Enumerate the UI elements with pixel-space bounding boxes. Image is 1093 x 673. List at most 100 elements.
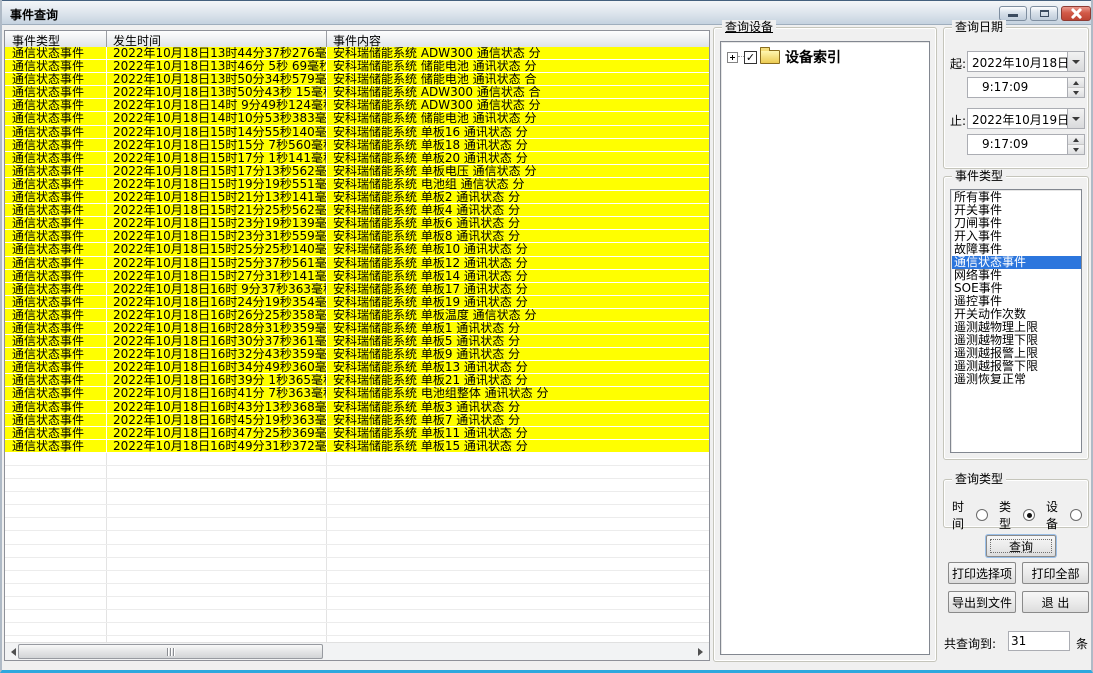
query-button[interactable]: 查询	[986, 535, 1056, 557]
table-row[interactable]: 通信状态事件2022年10月18日15时17分13秒562毫秒安科瑞储能系统 单…	[5, 165, 709, 178]
table-row[interactable]: 通信状态事件2022年10月18日16时32分43秒359毫秒安科瑞储能系统 单…	[5, 348, 709, 361]
radio-option-设备[interactable]: 设备	[1046, 498, 1082, 532]
event-type-item[interactable]: 遥测越报警上限	[952, 347, 1081, 360]
table-row-empty	[5, 531, 709, 544]
radio-circle-icon[interactable]	[976, 509, 988, 521]
table-row[interactable]: 通信状态事件2022年10月18日13时50分34秒579毫秒安科瑞储能系统 储…	[5, 73, 709, 86]
event-type-item[interactable]: 遥测越报警下限	[952, 360, 1081, 373]
device-index-checkbox[interactable]: ✓	[744, 51, 757, 64]
cell-event-time: 2022年10月18日16时26分25秒358毫秒	[107, 309, 327, 321]
table-row[interactable]: 通信状态事件2022年10月18日15时23分19秒139毫秒安科瑞储能系统 单…	[5, 217, 709, 230]
tree-item-label: 设备索引	[785, 47, 841, 67]
table-row[interactable]: 通信状态事件2022年10月18日16时26分25秒358毫秒安科瑞储能系统 单…	[5, 309, 709, 322]
table-row[interactable]: 通信状态事件2022年10月18日16时24分19秒354毫秒安科瑞储能系统 单…	[5, 296, 709, 309]
cell-event-type: 通信状态事件	[5, 178, 107, 190]
cell-event-content: 安科瑞储能系统 单板10 通讯状态 分	[327, 243, 709, 255]
table-row[interactable]: 通信状态事件2022年10月18日13时44分37秒276毫秒安科瑞储能系统 A…	[5, 47, 709, 60]
table-row[interactable]: 通信状态事件2022年10月18日16时28分31秒359毫秒安科瑞储能系统 单…	[5, 322, 709, 335]
radio-circle-icon[interactable]	[1070, 509, 1082, 521]
export-to-file-button[interactable]: 导出到文件	[948, 591, 1016, 613]
cell-event-type: 通信状态事件	[5, 401, 107, 413]
cell-event-time: 2022年10月18日16时45分19秒363毫秒	[107, 414, 327, 426]
table-row[interactable]: 通信状态事件2022年10月18日16时43分13秒368毫秒安科瑞储能系统 单…	[5, 401, 709, 414]
table-row[interactable]: 通信状态事件2022年10月18日15时27分31秒141毫秒安科瑞储能系统 单…	[5, 270, 709, 283]
cell-event-content: 安科瑞储能系统 单板1 通讯状态 分	[327, 322, 709, 334]
header-event-type[interactable]: 事件类型	[5, 31, 107, 47]
cell-event-content: 安科瑞储能系统 单板14 通讯状态 分	[327, 270, 709, 282]
table-row[interactable]: 通信状态事件2022年10月18日15时17分 1秒141毫秒安科瑞储能系统 单…	[5, 152, 709, 165]
event-type-item[interactable]: 故障事件	[952, 243, 1081, 256]
table-row[interactable]: 通信状态事件2022年10月18日15时21分13秒141毫秒安科瑞储能系统 单…	[5, 191, 709, 204]
horizontal-scrollbar[interactable]	[5, 642, 709, 660]
to-date-dropdown-button[interactable]	[1067, 109, 1084, 128]
table-row[interactable]: 通信状态事件2022年10月18日15时15分 7秒560毫秒安科瑞储能系统 单…	[5, 139, 709, 152]
event-type-item[interactable]: 遥控事件	[952, 295, 1081, 308]
to-time-up-button[interactable]	[1068, 135, 1084, 145]
table-row[interactable]: 通信状态事件2022年10月18日15时21分25秒562毫秒安科瑞储能系统 单…	[5, 204, 709, 217]
scroll-right-arrow-icon[interactable]	[692, 643, 709, 660]
to-date-picker[interactable]: 2022年10月19日	[967, 108, 1085, 129]
cell-event-content: 安科瑞储能系统 单板16 通讯状态 分	[327, 126, 709, 138]
query-type-label: 查询类型	[952, 472, 1006, 486]
exit-button[interactable]: 退 出	[1022, 591, 1089, 613]
table-row[interactable]: 通信状态事件2022年10月18日16时49分31秒372毫秒安科瑞储能系统 单…	[5, 440, 709, 453]
event-type-item[interactable]: 遥测越物理下限	[952, 334, 1081, 347]
event-query-window: 事件查询 事件类型 发生时间 事件内容 通信状态事件2022年10月18日13时…	[0, 0, 1093, 673]
cell-event-content: 安科瑞储能系统 单板21 通讯状态 分	[327, 374, 709, 386]
table-header-row: 事件类型 发生时间 事件内容	[5, 31, 709, 48]
cell-event-content: 安科瑞储能系统 单板3 通讯状态 分	[327, 401, 709, 413]
table-row[interactable]: 通信状态事件2022年10月18日15时25分37秒561毫秒安科瑞储能系统 单…	[5, 257, 709, 270]
close-button[interactable]	[1061, 6, 1091, 21]
event-type-item[interactable]: 遥测恢复正常	[952, 373, 1081, 386]
event-type-item[interactable]: 所有事件	[952, 191, 1081, 204]
table-row[interactable]: 通信状态事件2022年10月18日15时14分55秒140毫秒安科瑞储能系统 单…	[5, 126, 709, 139]
print-selected-button[interactable]: 打印选择项	[948, 562, 1016, 584]
event-type-item[interactable]: 开关动作次数	[952, 308, 1081, 321]
radio-circle-icon[interactable]	[1023, 509, 1035, 521]
tree-expand-icon[interactable]	[727, 52, 738, 63]
table-row[interactable]: 通信状态事件2022年10月18日16时45分19秒363毫秒安科瑞储能系统 单…	[5, 414, 709, 427]
table-row[interactable]: 通信状态事件2022年10月18日14时10分53秒383毫秒安科瑞储能系统 储…	[5, 112, 709, 125]
to-time-down-button[interactable]	[1068, 145, 1084, 154]
print-all-button[interactable]: 打印全部	[1022, 562, 1089, 584]
cell-event-content: 安科瑞储能系统 单板20 通讯状态 分	[327, 152, 709, 164]
cell-event-type: 通信状态事件	[5, 230, 107, 242]
table-row[interactable]: 通信状态事件2022年10月18日16时 9分37秒363毫秒安科瑞储能系统 单…	[5, 283, 709, 296]
from-date-value: 2022年10月18日	[968, 52, 1067, 71]
table-row[interactable]: 通信状态事件2022年10月18日16时47分25秒369毫秒安科瑞储能系统 单…	[5, 427, 709, 440]
event-type-item[interactable]: 开入事件	[952, 230, 1081, 243]
event-type-item[interactable]: 刀闸事件	[952, 217, 1081, 230]
table-row[interactable]: 通信状态事件2022年10月18日14时 9分49秒124毫秒安科瑞储能系统 A…	[5, 99, 709, 112]
event-type-item[interactable]: 开关事件	[952, 204, 1081, 217]
table-row[interactable]: 通信状态事件2022年10月18日16时30分37秒361毫秒安科瑞储能系统 单…	[5, 335, 709, 348]
radio-option-时间[interactable]: 时间	[952, 498, 988, 532]
event-type-item[interactable]: SOE事件	[952, 282, 1081, 295]
header-event-time[interactable]: 发生时间	[107, 31, 327, 47]
cell-event-type: 通信状态事件	[5, 99, 107, 111]
event-type-item[interactable]: 网络事件	[952, 269, 1081, 282]
minimize-button[interactable]	[999, 6, 1027, 21]
table-row[interactable]: 通信状态事件2022年10月18日13时46分 5秒 69毫秒安科瑞储能系统 储…	[5, 60, 709, 73]
to-time-field[interactable]: 9:17:09	[967, 134, 1085, 155]
from-time-down-button[interactable]	[1068, 88, 1084, 97]
header-event-content[interactable]: 事件内容	[327, 31, 709, 47]
table-row[interactable]: 通信状态事件2022年10月18日15时25分25秒140毫秒安科瑞储能系统 单…	[5, 243, 709, 256]
from-time-field[interactable]: 9:17:09	[967, 77, 1085, 98]
from-date-dropdown-button[interactable]	[1067, 52, 1084, 71]
from-date-picker[interactable]: 2022年10月18日	[967, 51, 1085, 72]
table-row[interactable]: 通信状态事件2022年10月18日16时41分 7秒363毫秒安科瑞储能系统 电…	[5, 387, 709, 400]
from-time-up-button[interactable]	[1068, 78, 1084, 88]
table-row[interactable]: 通信状态事件2022年10月18日16时34分49秒360毫秒安科瑞储能系统 单…	[5, 361, 709, 374]
table-row[interactable]: 通信状态事件2022年10月18日15时19分19秒551毫秒安科瑞储能系统 电…	[5, 178, 709, 191]
table-row[interactable]: 通信状态事件2022年10月18日13时50分43秒 15毫秒安科瑞储能系统 A…	[5, 86, 709, 99]
titlebar[interactable]: 事件查询	[2, 0, 1091, 25]
scrollbar-thumb[interactable]	[18, 644, 323, 659]
table-row[interactable]: 通信状态事件2022年10月18日15时23分31秒559毫秒安科瑞储能系统 单…	[5, 230, 709, 243]
radio-option-类型[interactable]: 类型	[999, 498, 1035, 532]
total-count-input[interactable]	[1008, 631, 1070, 651]
table-row[interactable]: 通信状态事件2022年10月18日16时39分 1秒365毫秒安科瑞储能系统 单…	[5, 374, 709, 387]
maximize-button[interactable]	[1030, 6, 1058, 21]
event-type-item[interactable]: 遥测越物理上限	[952, 321, 1081, 334]
tree-item-device-index[interactable]: ✓ 设备索引	[727, 48, 929, 66]
event-type-item[interactable]: 通信状态事件	[952, 256, 1081, 269]
